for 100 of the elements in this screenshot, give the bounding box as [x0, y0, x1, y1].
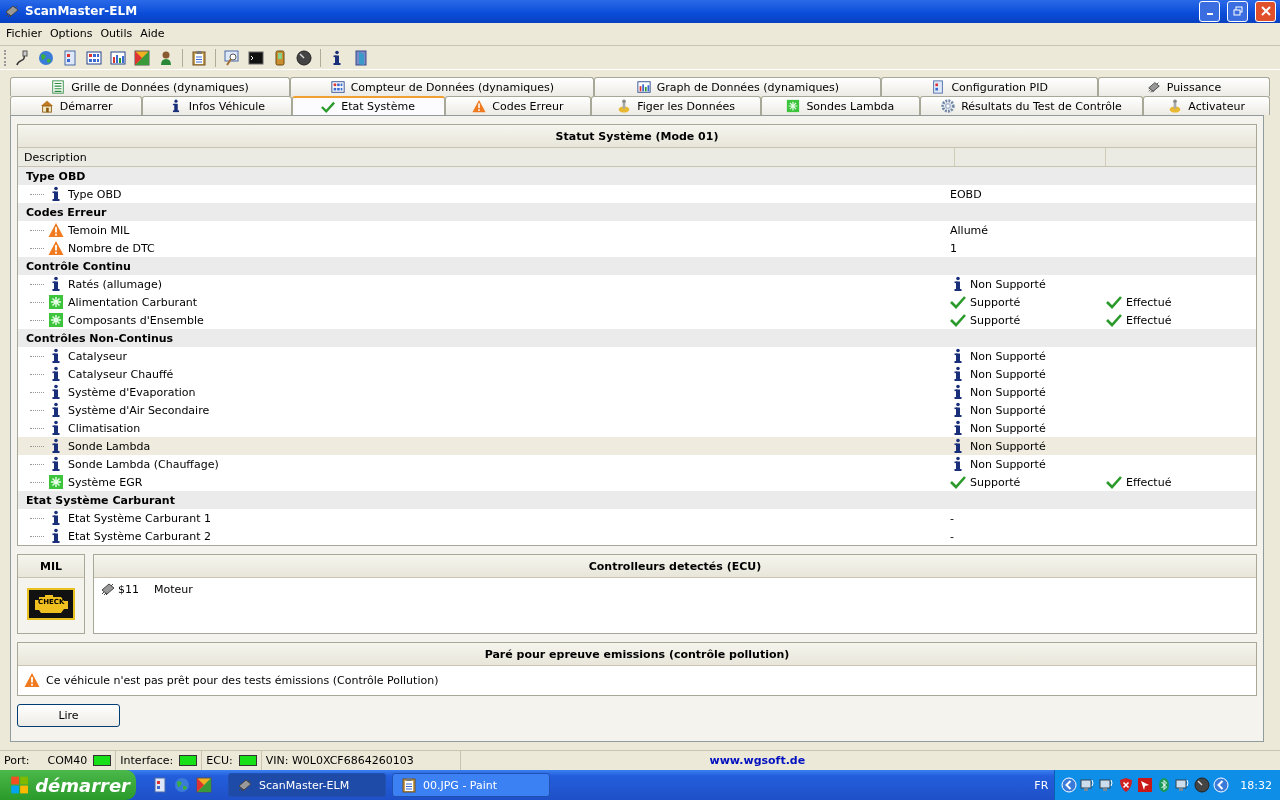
- grid-icon: [330, 80, 345, 95]
- tree-row[interactable]: Composants d'Ensemble Supporté Effectué: [18, 311, 1256, 330]
- website-link[interactable]: www.wgsoft.de: [709, 754, 806, 768]
- item-value: 1: [950, 241, 957, 255]
- item-label: Etat Système Carburant 2: [68, 529, 212, 543]
- section-title: Paré pour epreuve emissions (contrôle pollution): [18, 643, 1256, 667]
- item-value: -: [950, 529, 954, 543]
- port-value: COM40: [47, 754, 88, 768]
- network-icon: [1099, 777, 1116, 793]
- menu-item[interactable]: Outils: [96, 27, 137, 41]
- tab[interactable]: Graph de Données (dynamiques): [594, 77, 882, 97]
- support-status: Supporté: [970, 475, 1021, 489]
- tab[interactable]: Grille de Données (dynamiques): [10, 77, 291, 97]
- tab[interactable]: Figer les Données: [591, 96, 762, 116]
- tree-row[interactable]: Système d'Air Secondaire Non Supporté: [18, 401, 1256, 420]
- tree-row[interactable]: Système d'Evaporation Non Supporté: [18, 383, 1256, 402]
- item-label: Climatisation: [68, 421, 141, 435]
- tab[interactable]: Compteur de Données (dynamiques): [290, 77, 595, 97]
- column-header: Description: [23, 149, 88, 166]
- minimize-button[interactable]: [1199, 0, 1220, 22]
- tree-row[interactable]: Sonde Lambda (Chauffage) Non Supporté: [18, 455, 1256, 474]
- flag-icon: [10, 775, 30, 795]
- window-title: ScanMaster-ELM: [25, 4, 138, 19]
- tree-row[interactable]: Etat Système Carburant 2 -: [18, 527, 1256, 546]
- support-status: Non Supporté: [970, 457, 1046, 471]
- language-indicator[interactable]: FR: [1034, 778, 1049, 792]
- support-status: Non Supporté: [970, 421, 1046, 435]
- tree-row[interactable]: Nombre de DTC 1: [18, 239, 1256, 258]
- person-icon: [158, 49, 174, 66]
- sparkle-icon: [48, 474, 64, 491]
- group-row: Codes Erreur: [18, 203, 1256, 222]
- port-label: Port:: [4, 754, 30, 768]
- support-status: Non Supporté: [970, 367, 1046, 381]
- taskbar-button[interactable]: ScanMaster-ELM: [228, 773, 386, 797]
- item-label: Temoin MIL: [68, 223, 130, 237]
- ecu-name: Moteur: [154, 582, 193, 596]
- section-title: Statut Système (Mode 01): [18, 125, 1256, 149]
- tab[interactable]: Activateur: [1143, 96, 1270, 116]
- tab[interactable]: Codes Erreur: [444, 96, 592, 116]
- chip-icon: [237, 777, 253, 793]
- sparkle-icon: [48, 294, 64, 311]
- menu-item[interactable]: Fichier: [2, 27, 46, 41]
- cable-icon: [14, 49, 30, 66]
- tree-row[interactable]: Système EGR Supporté Effectué: [18, 473, 1256, 492]
- item-value: -: [950, 511, 954, 525]
- gauge-icon: [296, 49, 312, 66]
- tree-row[interactable]: Etat Système Carburant 1 -: [18, 509, 1256, 528]
- test-result: Effectué: [1126, 313, 1172, 327]
- tree-row[interactable]: Type OBD EOBD: [18, 185, 1256, 204]
- warning-icon: [24, 672, 40, 689]
- clipboard-icon: [191, 49, 207, 66]
- warning-icon: [48, 222, 64, 239]
- test-result: Effectué: [1126, 295, 1172, 309]
- tree-row[interactable]: Climatisation Non Supporté: [18, 419, 1256, 438]
- restore-icon: [1232, 6, 1243, 17]
- support-status: Non Supporté: [970, 349, 1046, 363]
- check-icon: [1106, 474, 1122, 491]
- tree-row[interactable]: Sonde Lambda Non Supporté: [18, 437, 1256, 456]
- lever-icon: [617, 99, 632, 114]
- tree-row[interactable]: Catalyseur Chauffé Non Supporté: [18, 365, 1256, 384]
- tab[interactable]: Puissance: [1097, 77, 1270, 97]
- clipboard-icon: [401, 777, 417, 793]
- tab[interactable]: Démarrer: [10, 96, 143, 116]
- emissions-message: Ce véhicule n'est pas prêt pour des tests émissions (Contrôle Pollution): [46, 673, 439, 687]
- menu-item[interactable]: Aide: [136, 27, 169, 41]
- tab[interactable]: Etat Système: [291, 96, 445, 116]
- cursor-icon: [1137, 777, 1154, 793]
- tab[interactable]: Configuration PID: [881, 77, 1098, 97]
- taskbar-button[interactable]: 00.JPG - Paint: [392, 773, 550, 797]
- network-icon: [1175, 777, 1192, 793]
- item-label: Nombre de DTC: [68, 241, 155, 255]
- network-icon: [1080, 777, 1097, 793]
- menu-item[interactable]: Options: [45, 27, 97, 41]
- item-label: Type OBD: [68, 187, 122, 201]
- tree-row[interactable]: Ratés (allumage) Non Supporté: [18, 275, 1256, 294]
- item-label: Système d'Evaporation: [68, 385, 196, 399]
- minimize-icon: [1206, 13, 1213, 16]
- tree-row[interactable]: Catalyseur Non Supporté: [18, 347, 1256, 366]
- support-status: Non Supporté: [970, 439, 1046, 453]
- tab[interactable]: Résultats du Test de Contrôle: [919, 96, 1144, 116]
- chip-icon: [100, 581, 116, 598]
- gear-icon: [941, 99, 956, 114]
- test-result: Effectué: [1126, 475, 1172, 489]
- support-status: Non Supporté: [970, 403, 1046, 417]
- palette-icon: [196, 777, 212, 793]
- tab[interactable]: Sondes Lambda: [761, 96, 920, 116]
- tree-row[interactable]: Alimentation Carburant Supporté Effectué: [18, 293, 1256, 312]
- check-icon: [950, 294, 966, 311]
- group-row: Etat Système Carburant: [18, 491, 1256, 510]
- item-label: Composants d'Ensemble: [68, 313, 204, 327]
- ecu-address: $11: [118, 582, 140, 596]
- read-button[interactable]: Lire: [17, 704, 120, 728]
- tab[interactable]: Infos Véhicule: [142, 96, 292, 116]
- close-button[interactable]: [1255, 0, 1276, 22]
- globe-icon: [38, 49, 54, 66]
- house-icon: [39, 99, 54, 114]
- clock: 18:32: [1240, 778, 1272, 792]
- vin-text: VIN: W0L0XCF6864260103: [265, 754, 414, 768]
- tree-row[interactable]: Temoin MIL Allumé: [18, 221, 1256, 240]
- restore-button[interactable]: [1227, 0, 1248, 22]
